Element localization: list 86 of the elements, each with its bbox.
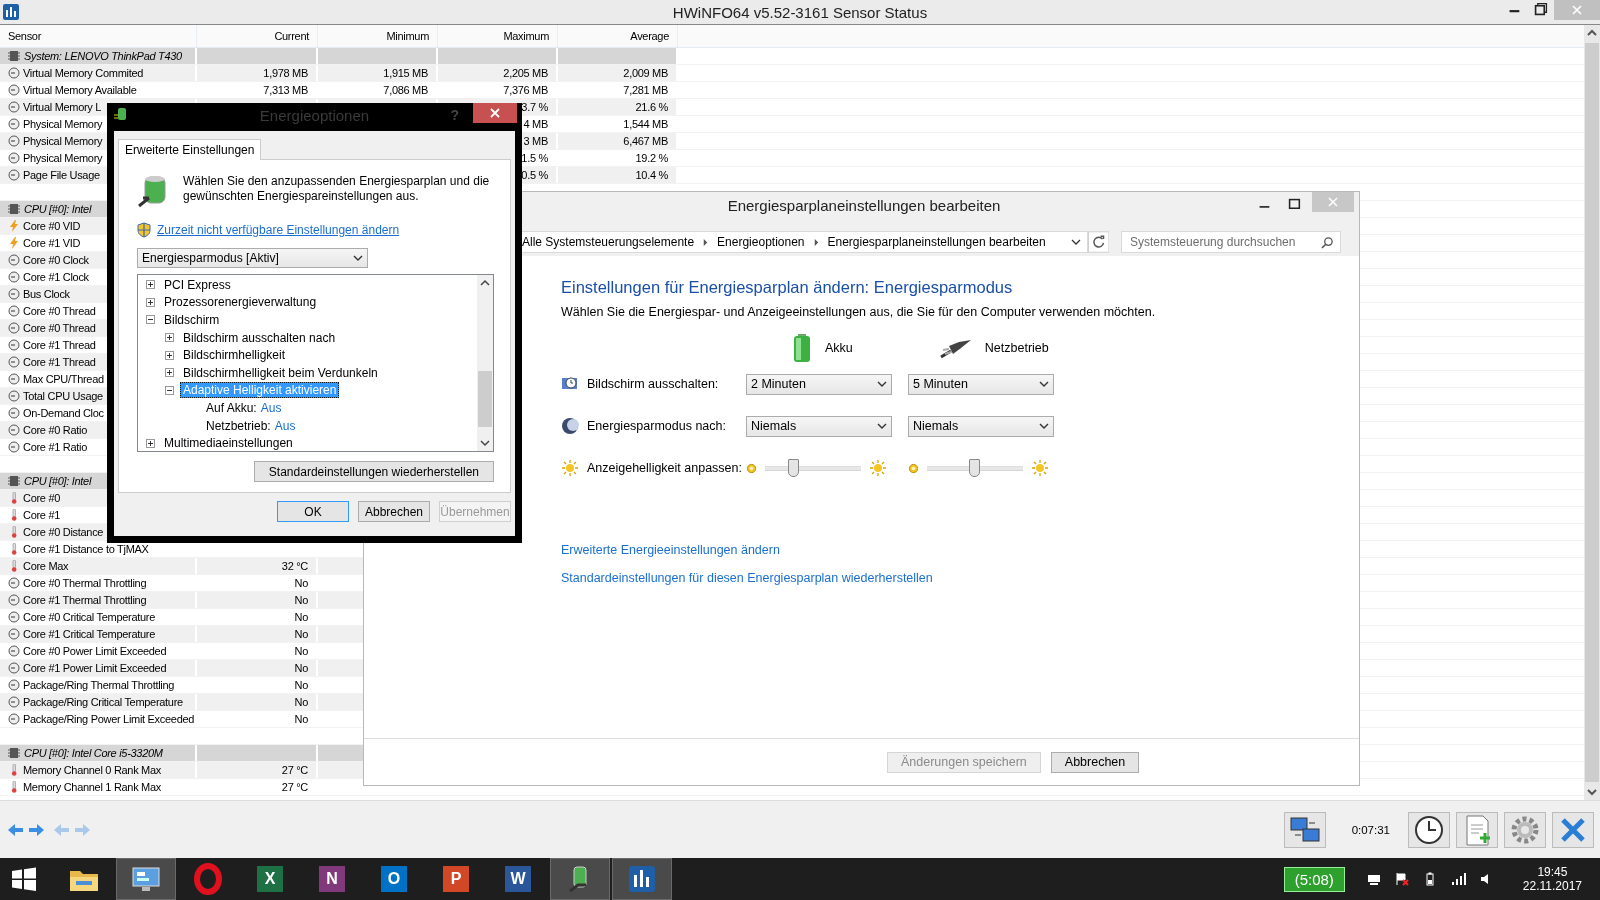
table-cell: 21.6 %: [558, 99, 676, 115]
sensor-name: Virtual Memory Commited: [23, 67, 144, 79]
table-cell: 27 °C: [197, 762, 316, 778]
sensor-name: Total CPU Usage: [23, 390, 103, 402]
setting-label: Netzbetrieb:: [206, 418, 271, 433]
sensor-name: Core #1 Critical Temperature: [23, 628, 155, 640]
table-cell-text: No: [293, 712, 309, 727]
table-cell-text: 1.5 %: [520, 151, 549, 166]
sensor-name: Core #1 VID: [23, 237, 81, 249]
table-cell-text: 4 MB: [522, 117, 549, 132]
sensor-name: Core #0 Thread: [23, 322, 96, 334]
table-cell-text: 27 °C: [280, 780, 309, 795]
timer: 0:07:31: [1351, 823, 1390, 836]
sensor-name: Package/Ring Thermal Throttling: [23, 679, 175, 691]
app-logo: N: [319, 866, 345, 892]
app-logo: O: [381, 866, 407, 892]
sensor-name: Physical Memory: [23, 135, 103, 147]
sensor-name: Core #1 Distance to TjMAX: [23, 543, 149, 555]
sensor-name: Core #1 Thread: [23, 339, 96, 351]
group-title: System: LENOVO ThinkPad T430: [24, 50, 182, 62]
table-cell-text: 7,376 MB: [502, 83, 549, 98]
table-cell: 6,467 MB: [558, 133, 676, 149]
sensor-name: Core #0 Critical Temperature: [23, 611, 155, 623]
table-cell: 2,009 MB: [558, 65, 676, 81]
table-cell: 2,205 MB: [438, 65, 556, 81]
sensor-name: Core #1: [23, 509, 61, 521]
sensor-name: Core #1 Thread: [23, 356, 96, 368]
window-title: Energieoptionen: [259, 106, 370, 124]
sensor-name: Core #1 Clock: [23, 271, 89, 283]
table-cell-text: 19.2 %: [634, 151, 669, 166]
source-label: Netzbetrieb: [984, 341, 1049, 355]
sensor-name: Core #0 Thread: [23, 305, 96, 317]
setting-label: Anzeigehelligkeit anpassen:: [587, 461, 742, 475]
sensor-name: Core #0 Clock: [23, 254, 89, 266]
group-title: CPU [#0]: Intel: [24, 203, 92, 215]
setting-label: Bildschirm ausschalten:: [587, 377, 719, 391]
sensor-name: Page File Usage: [23, 169, 100, 181]
sensor-name: Physical Memory: [23, 118, 103, 130]
table-cell: No: [197, 694, 316, 710]
sensor-name: Package/Ring Critical Temperature: [23, 696, 183, 708]
table-cell: No: [197, 592, 316, 608]
page-heading: Einstellungen für Energiesparplan ändern: Energiesparmodus: [561, 278, 1013, 297]
sensor-name: Memory Channel 0 Rank Max: [23, 764, 161, 776]
app-logo: W: [505, 866, 531, 892]
table-cell-text: No: [293, 610, 309, 625]
sensor-name: On-Demand Cloc: [23, 407, 104, 419]
sensor-name: Memory Channel 1 Rank Max: [23, 781, 161, 793]
sensor-name: Core #1 Ratio: [23, 441, 87, 453]
table-cell: No: [197, 626, 316, 642]
table-cell-text: No: [293, 644, 309, 659]
sensor-name: Bus Clock: [23, 288, 70, 300]
source-label: Akku: [825, 341, 853, 355]
sensor-name: Core #1 Power Limit Exceeded: [23, 662, 167, 674]
sensor-name: Core #0 Thermal Throttling: [23, 577, 147, 589]
table-cell-text: No: [293, 678, 309, 693]
table-cell-text: 1,544 MB: [622, 117, 669, 132]
setting-label: Energiesparmodus nach:: [587, 419, 726, 433]
sensor-name: Max CPU/Thread: [23, 373, 104, 385]
description: Wählen Sie die Energiespar- und Anzeigeeinstellungen aus, die Sie für den Computer verwenden möchten.: [561, 305, 1156, 319]
table-cell: 1,978 MB: [197, 65, 316, 81]
table-cell: 10.4 %: [558, 167, 676, 183]
window-title: Energiesparplaneinstellungen bearbeiten: [726, 196, 1002, 214]
sensor-name: Core #0 Distance: [23, 526, 104, 538]
sensor-name: Core #0 VID: [23, 220, 81, 232]
app-logo: X: [257, 866, 283, 892]
app-logo: P: [443, 866, 469, 892]
sensor-name: Core #0: [23, 492, 61, 504]
sensor-name: Core Max: [23, 560, 69, 572]
table-cell-text: 7,086 MB: [382, 83, 429, 98]
table-cell: 32 °C: [197, 558, 316, 574]
sensor-name: Virtual Memory L: [23, 101, 102, 113]
sensor-name: Core #1 Thermal Throttling: [23, 594, 147, 606]
sensor-name: Physical Memory: [23, 152, 103, 164]
table-cell-text: 7,313 MB: [262, 83, 309, 98]
table-cell-text: 7,281 MB: [622, 83, 669, 98]
setting-label: Auf Akku:: [206, 400, 257, 415]
group-title: CPU [#0]: Intel Core i5-3320M: [24, 747, 163, 759]
group-title: CPU [#0]: Intel: [24, 475, 92, 487]
sensor-name: Core #0 Ratio: [23, 424, 87, 436]
table-cell: 1,915 MB: [318, 65, 436, 81]
table-cell-text: No: [293, 576, 309, 591]
sensor-name: Virtual Memory Available: [23, 84, 137, 96]
sensor-name: Package/Ring Power Limit Exceeded: [23, 713, 195, 725]
sensor-name: Core #0 Power Limit Exceeded: [23, 645, 167, 657]
table-cell: No: [197, 660, 316, 676]
window-title: HWiNFO64 v5.52-3161 Sensor Status: [672, 3, 928, 21]
